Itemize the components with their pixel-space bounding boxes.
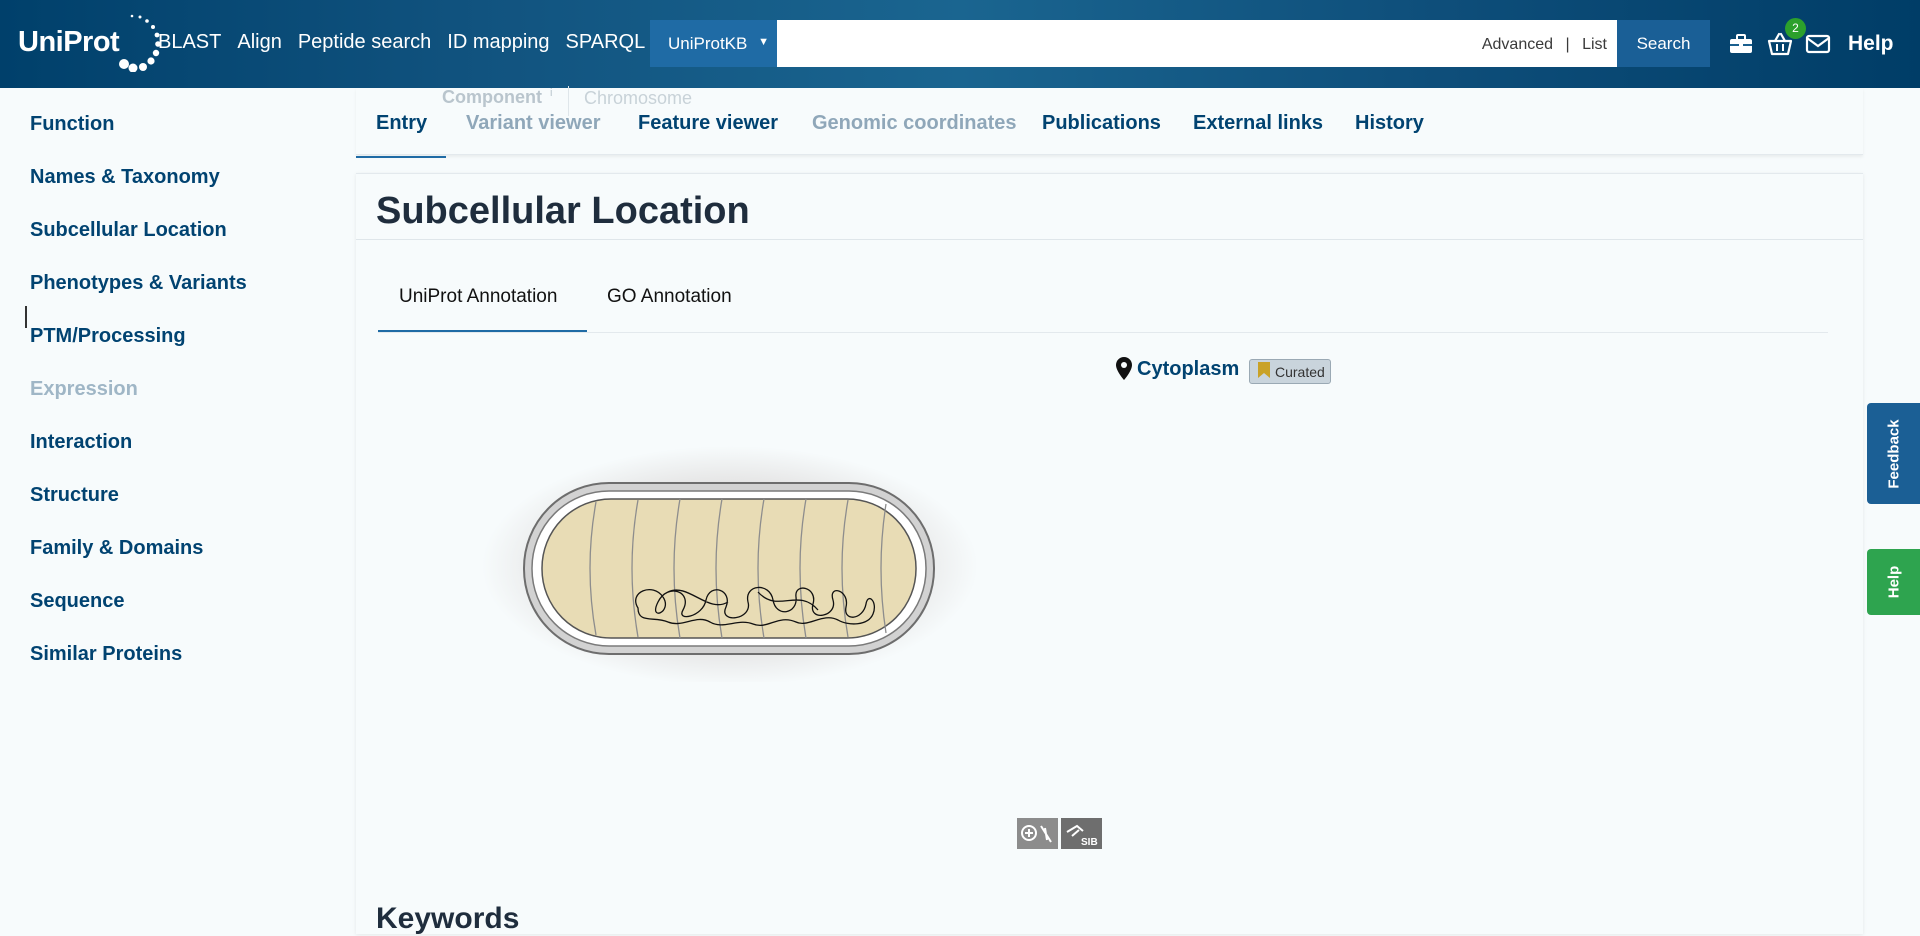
ghost-component-label: Component <box>442 87 542 107</box>
sidebar-item-interaction[interactable]: Interaction <box>30 431 132 454</box>
top-header: UniProt BLAST Align Peptide search ID ma… <box>0 0 1920 88</box>
advanced-search-link[interactable]: Advanced <box>1482 36 1553 53</box>
illustration-credit-logos[interactable]: SIB <box>1017 818 1103 850</box>
sidebar-item-expression: Expression <box>30 378 138 400</box>
list-search-link[interactable]: List <box>1582 36 1607 53</box>
svg-text:SIB: SIB <box>1081 837 1098 848</box>
curated-badge: Curated <box>1249 359 1331 384</box>
sidebar-item-similar-proteins[interactable]: Similar Proteins <box>30 643 182 666</box>
info-icon[interactable]: i <box>720 202 723 217</box>
entry-tabs: Entry Variant viewer Feature viewer Geno… <box>356 88 1863 158</box>
nav-id-mapping[interactable]: ID mapping <box>447 31 549 54</box>
sidebar-item-subcellular-location[interactable]: Subcellular Location <box>30 219 227 242</box>
tab-entry[interactable]: Entry <box>376 112 427 135</box>
tab-feature-viewer[interactable]: Feature viewer <box>638 112 778 135</box>
active-section-marker <box>25 306 27 328</box>
card-divider <box>356 239 1863 240</box>
sidebar-item-ptm-processing[interactable]: PTM/Processing <box>30 325 186 348</box>
tab-history[interactable]: History <box>1355 112 1424 135</box>
search-button[interactable]: Search <box>1617 20 1710 67</box>
ghost-chromosome-label: Chromosome <box>584 88 693 108</box>
basket-count-badge: 2 <box>1785 18 1806 39</box>
database-select[interactable]: UniProtKB ▼ <box>650 20 777 67</box>
subcellular-location-card: Subcellular Location i UniProt Annotatio… <box>356 173 1863 935</box>
active-sub-tab-underline <box>378 330 587 332</box>
caret-down-icon: ▼ <box>758 36 769 48</box>
help-side-button-label: Help <box>1885 565 1902 599</box>
help-link[interactable]: Help <box>1848 32 1894 56</box>
sidebar-item-structure[interactable]: Structure <box>30 484 119 507</box>
nav-sparql[interactable]: SPARQL <box>566 31 646 54</box>
sidebar-item-function[interactable]: Function <box>30 113 114 136</box>
bookmark-icon <box>1258 362 1270 378</box>
location-pin-icon <box>1116 357 1132 380</box>
section-title: Subcellular Location <box>376 190 750 232</box>
feedback-button[interactable]: Feedback <box>1867 403 1920 504</box>
tab-publications[interactable]: Publications <box>1042 112 1161 135</box>
main-nav: BLAST Align Peptide search ID mapping SP… <box>158 31 661 54</box>
curated-badge-label: Curated <box>1275 364 1325 380</box>
nav-blast[interactable]: BLAST <box>158 31 221 54</box>
feedback-button-label: Feedback <box>1885 418 1902 489</box>
tab-variant-viewer: Variant viewer <box>466 112 601 134</box>
sidebar-item-sequence[interactable]: Sequence <box>30 590 124 613</box>
active-tab-underline <box>356 156 446 158</box>
ghost-divider <box>568 86 569 116</box>
tab-external-links[interactable]: External links <box>1193 112 1323 135</box>
sidebar-item-names-taxonomy[interactable]: Names & Taxonomy <box>30 166 220 189</box>
tab-go-annotation[interactable]: GO Annotation <box>607 286 732 308</box>
section-sidebar: Function Names & Taxonomy Subcellular Lo… <box>0 88 350 913</box>
ghost-info-icon: i <box>550 87 553 99</box>
database-select-value: UniProtKB <box>668 34 748 53</box>
location-cytoplasm-link[interactable]: Cytoplasm <box>1137 358 1239 381</box>
toolbox-icon[interactable] <box>1727 30 1755 58</box>
search-links: Advanced | List <box>1474 36 1607 54</box>
nav-peptide-search[interactable]: Peptide search <box>298 31 431 54</box>
search-input[interactable]: Advanced | List <box>777 20 1617 67</box>
sub-tab-rule <box>378 332 1828 333</box>
envelope-icon[interactable] <box>1804 30 1832 58</box>
cell-cytoplasm-illustration[interactable] <box>478 442 978 682</box>
tab-genomic-coordinates: Genomic coordinates <box>812 112 1017 134</box>
nav-align[interactable]: Align <box>237 31 281 54</box>
keywords-heading: Keywords <box>376 902 520 935</box>
sidebar-item-family-domains[interactable]: Family & Domains <box>30 537 203 560</box>
search-links-separator: | <box>1565 36 1570 53</box>
sidebar-item-phenotypes-variants[interactable]: Phenotypes & Variants <box>30 272 247 295</box>
logo-text: UniProt <box>18 26 120 58</box>
tab-uniprot-annotation[interactable]: UniProt Annotation <box>399 286 557 308</box>
help-side-button[interactable]: Help <box>1867 549 1920 615</box>
